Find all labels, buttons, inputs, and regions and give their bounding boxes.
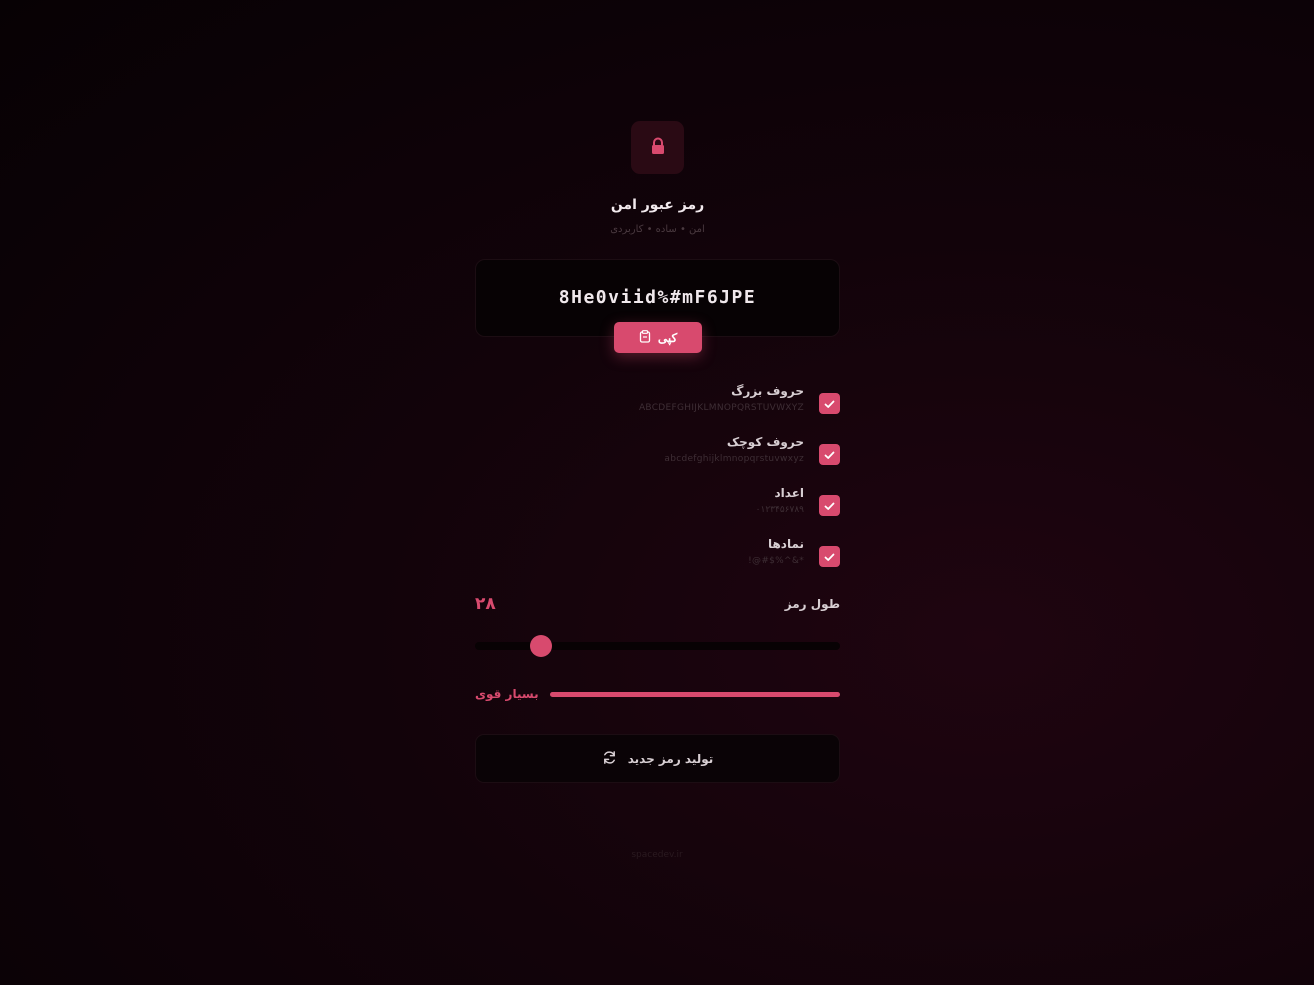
- option-uppercase[interactable]: حروف بزرگ ABCDEFGHIJKLMNOPQRSTUVWXYZ: [475, 384, 840, 435]
- strength-row: بسیار قوی: [475, 687, 840, 701]
- footer-text[interactable]: spacedev.ir: [0, 850, 1314, 860]
- option-sample: abcdefghijklmnopqrstuvwxyz: [664, 454, 804, 464]
- check-icon: [824, 445, 835, 464]
- password-display: 8He0viid%#mF6JPE کپی: [475, 259, 840, 353]
- length-value: ۲۸: [475, 594, 496, 614]
- option-sample: !@#$%^&*: [748, 556, 804, 566]
- generator-panel: رمز عبور امن امن • ساده • کاربردی 8He0vi…: [475, 121, 840, 783]
- option-label: حروف بزرگ: [731, 384, 804, 398]
- option-sample: ABCDEFGHIJKLMNOPQRSTUVWXYZ: [638, 403, 804, 413]
- option-label: حروف کوچک: [726, 435, 804, 449]
- symbols-checkbox[interactable]: [819, 546, 840, 567]
- strength-label: بسیار قوی: [475, 687, 539, 701]
- lock-icon: [650, 137, 666, 159]
- strength-bar: [549, 691, 840, 697]
- page-title: رمز عبور امن: [610, 197, 705, 213]
- option-numbers[interactable]: اعداد ۰۱۲۳۴۵۶۷۸۹: [475, 486, 840, 537]
- generate-label: تولید رمز جدید: [627, 751, 714, 766]
- length-row: ۲۸ طول رمز: [475, 594, 840, 614]
- option-label: نمادها: [767, 537, 804, 551]
- uppercase-checkbox[interactable]: [819, 393, 840, 414]
- option-lowercase[interactable]: حروف کوچک abcdefghijklmnopqrstuvwxyz: [475, 435, 840, 486]
- numbers-checkbox[interactable]: [819, 495, 840, 516]
- option-sample: ۰۱۲۳۴۵۶۷۸۹: [755, 505, 804, 515]
- logo-box: [631, 121, 684, 174]
- length-label: طول رمز: [784, 597, 840, 611]
- copy-button[interactable]: کپی: [614, 322, 702, 353]
- strength-fill: [549, 691, 840, 697]
- check-icon: [824, 547, 835, 566]
- generate-button[interactable]: تولید رمز جدید: [475, 734, 840, 783]
- option-label: اعداد: [774, 486, 804, 500]
- length-slider[interactable]: [475, 635, 840, 657]
- check-icon: [824, 394, 835, 413]
- option-symbols[interactable]: نمادها !@#$%^&*: [475, 537, 840, 588]
- clipboard-icon: [639, 329, 651, 346]
- refresh-icon: [602, 750, 617, 768]
- page-subtitle: امن • ساده • کاربردی: [610, 224, 705, 235]
- password-value: 8He0viid%#mF6JPE: [558, 287, 757, 308]
- lowercase-checkbox[interactable]: [819, 444, 840, 465]
- check-icon: [824, 496, 835, 515]
- copy-label: کپی: [657, 330, 678, 345]
- options-list: حروف بزرگ ABCDEFGHIJKLMNOPQRSTUVWXYZ حرو…: [475, 384, 840, 588]
- slider-thumb[interactable]: [529, 635, 552, 657]
